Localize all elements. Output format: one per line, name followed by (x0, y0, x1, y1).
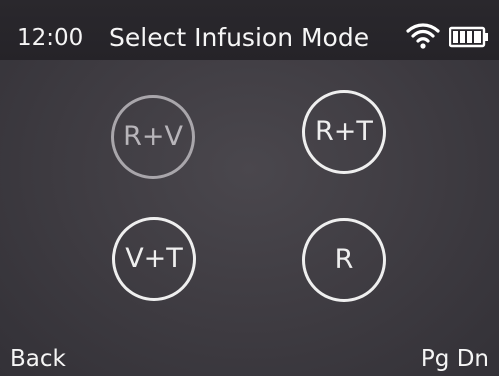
mode-button-v-t[interactable]: V+T (112, 217, 196, 301)
mode-button-r-v[interactable]: R+V (111, 95, 195, 179)
wifi-icon (406, 23, 440, 49)
clock-time: 12:00 (17, 25, 84, 51)
infusion-mode-screen: 12:00 Select Infusion Mode R+V R+T V+T R… (0, 0, 499, 376)
mode-label: R (334, 244, 354, 275)
page-down-softkey[interactable]: Pg Dn (421, 342, 489, 376)
mode-button-r-t[interactable]: R+T (302, 90, 386, 174)
page-title: Select Infusion Mode (109, 23, 370, 52)
status-bar: 12:00 Select Infusion Mode (0, 0, 499, 60)
mode-label: R+T (315, 116, 373, 147)
back-softkey[interactable]: Back (10, 342, 66, 376)
battery-icon (449, 26, 488, 48)
mode-button-r[interactable]: R (302, 218, 386, 302)
mode-label: V+T (125, 243, 183, 274)
mode-label: R+V (123, 121, 183, 152)
